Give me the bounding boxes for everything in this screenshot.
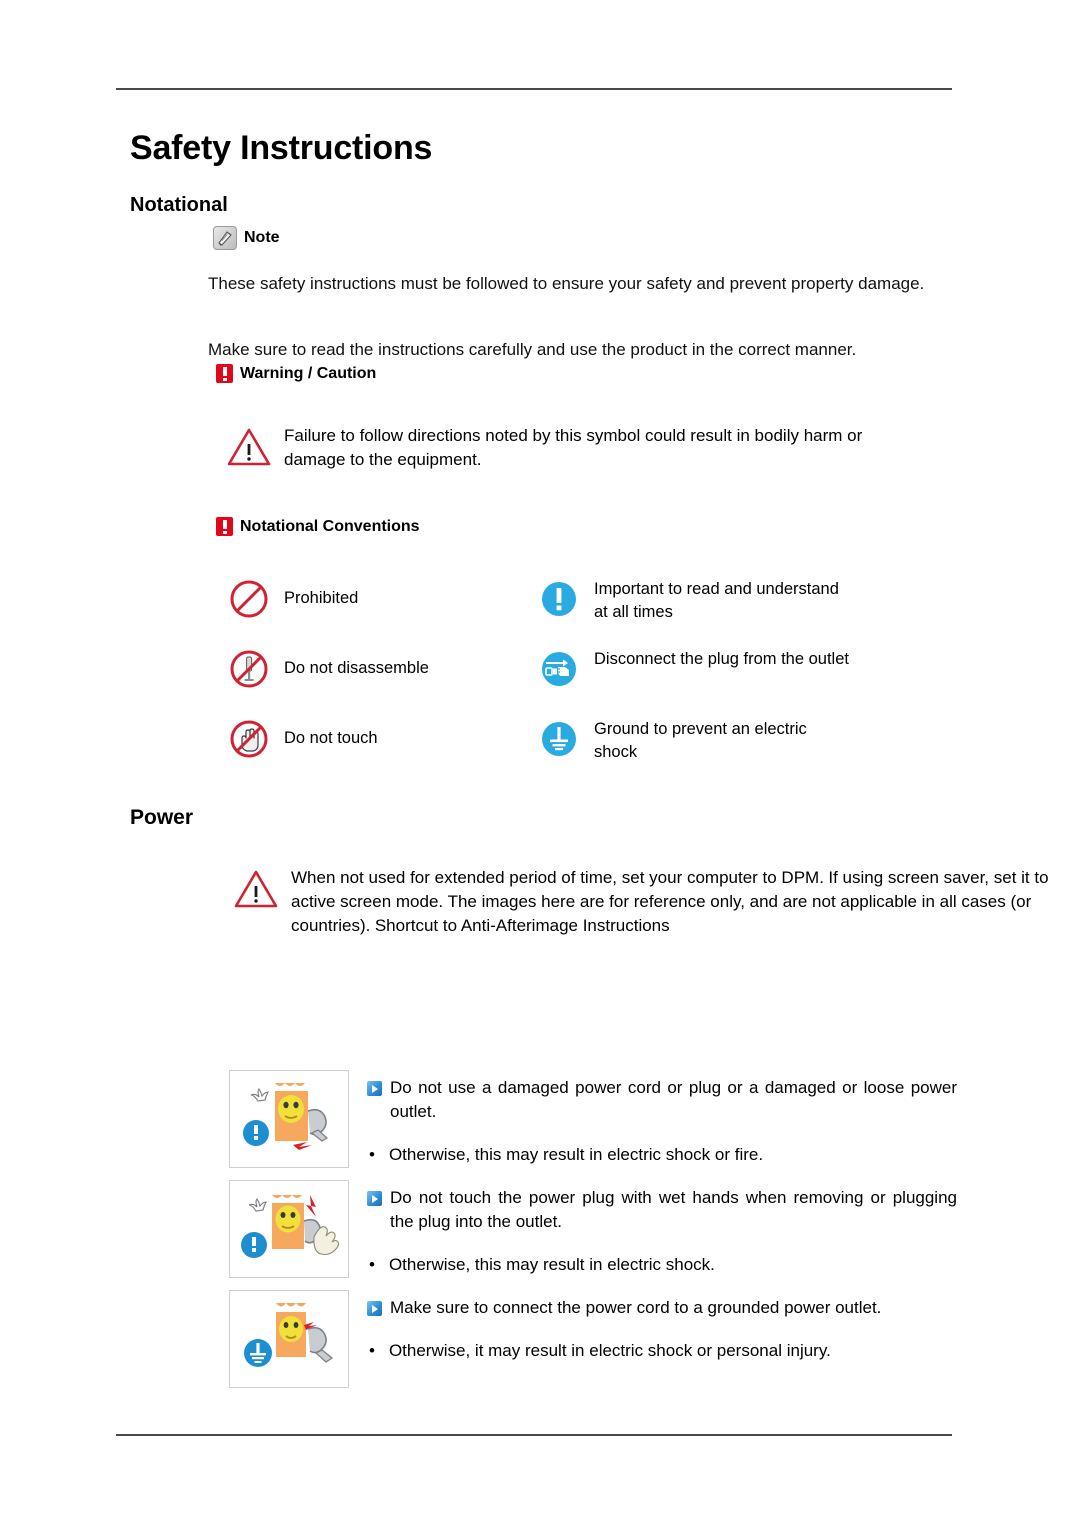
instruction-text: Do not touch the power plug with wet han… — [390, 1188, 957, 1231]
power-paragraph: Shortcut to Anti-Afterimage Instructions — [374, 916, 670, 935]
power-paragraph: When not used for extended period of tim… — [291, 868, 824, 887]
power-instruction-list: Do not use a damaged power cord or plug … — [229, 1070, 957, 1400]
instruction-line: Make sure to connect the power cord to a… — [367, 1296, 957, 1320]
bullet-dot: • — [369, 1255, 375, 1274]
instruction-line: Do not use a damaged power cord or plug … — [367, 1076, 957, 1124]
convention-item-ground: Ground to prevent an electric shock — [538, 718, 918, 764]
damaged-power-cord-illustration — [229, 1070, 349, 1168]
document-page: Safety Instructions Notational Note Thes… — [0, 0, 1080, 1527]
consequence-text: Otherwise, it may result in electric sho… — [388, 1341, 831, 1360]
grounded-outlet-illustration — [229, 1290, 349, 1388]
convention-label: Disconnect the plug from the outlet — [594, 650, 849, 668]
red-exclamation-square-icon — [216, 517, 233, 536]
consequence-line: • Otherwise, this may result in electric… — [367, 1253, 957, 1277]
warning-triangle-text: Failure to follow directions noted by th… — [284, 426, 863, 469]
convention-item-disconnect-plug: Disconnect the plug from the outlet — [538, 648, 918, 690]
section-heading-notational: Notational — [130, 194, 228, 216]
power-paragraphs: When not used for extended period of tim… — [291, 866, 1080, 938]
do-not-disassemble-icon — [228, 648, 270, 690]
bullet-dot: • — [369, 1341, 375, 1360]
list-item: Do not use a damaged power cord or plug … — [229, 1070, 957, 1168]
notational-conventions-heading: Notational Conventions — [216, 517, 420, 536]
note-pen-icon — [213, 226, 237, 250]
consequence-line: • Otherwise, it may result in electric s… — [367, 1339, 957, 1363]
blue-arrow-bullet-icon — [367, 1191, 382, 1206]
convention-label: Prohibited — [284, 589, 359, 607]
warning-triangle-block: Failure to follow directions noted by th… — [226, 424, 904, 473]
ground-icon — [538, 718, 580, 760]
list-item-body: Make sure to connect the power cord to a… — [367, 1290, 957, 1363]
list-item: Do not touch the power plug with wet han… — [229, 1180, 957, 1278]
bullet-dot: • — [369, 1145, 375, 1164]
list-item-body: Do not touch the power plug with wet han… — [367, 1180, 957, 1277]
convention-item-prohibited: Prohibited — [228, 578, 538, 620]
instruction-line: Do not touch the power plug with wet han… — [367, 1186, 957, 1234]
instruction-text: Make sure to connect the power cord to a… — [390, 1298, 882, 1317]
conventions-row: Do not touch Ground to prevent an electr… — [228, 718, 928, 788]
conventions-row: Do not disassemble Disconnect the plug f… — [228, 648, 928, 718]
prohibited-circle-icon — [228, 578, 270, 620]
instruction-text: Do not use a damaged power cord or plug … — [390, 1078, 957, 1121]
note-label: Note — [244, 229, 280, 246]
warning-triangle-icon — [233, 868, 279, 915]
do-not-touch-icon — [228, 718, 270, 760]
make-sure-paragraph: Make sure to read the instructions caref… — [208, 340, 857, 359]
conventions-row: Prohibited Important to read and underst… — [228, 578, 928, 648]
consequence-line: • Otherwise, this may result in electric… — [367, 1143, 957, 1167]
page-title: Safety Instructions — [130, 129, 433, 167]
important-exclamation-circle-icon — [538, 578, 580, 620]
header-rule — [116, 88, 952, 90]
blue-arrow-bullet-icon — [367, 1301, 382, 1316]
power-warning-block: When not used for extended period of tim… — [233, 866, 1080, 938]
notational-conventions-label: Notational Conventions — [240, 517, 420, 535]
convention-item-do-not-disassemble: Do not disassemble — [228, 648, 538, 690]
disconnect-plug-icon — [538, 648, 580, 690]
list-item-body: Do not use a damaged power cord or plug … — [367, 1070, 957, 1167]
intro-paragraph: These safety instructions must be follow… — [208, 274, 925, 293]
consequence-text: Otherwise, this may result in electric s… — [388, 1145, 764, 1164]
consequence-text: Otherwise, this may result in electric s… — [388, 1255, 715, 1274]
notational-conventions-grid: Prohibited Important to read and underst… — [228, 578, 928, 788]
warning-triangle-icon — [226, 426, 272, 473]
convention-item-important: Important to read and understand at all … — [538, 578, 918, 624]
blue-arrow-bullet-icon — [367, 1081, 382, 1096]
warning-caution-heading: Warning / Caution — [216, 364, 376, 383]
convention-label: Important to read and understand at all … — [594, 580, 839, 621]
wet-hands-plug-illustration — [229, 1180, 349, 1278]
list-item: Make sure to connect the power cord to a… — [229, 1290, 957, 1388]
convention-label: Do not disassemble — [284, 659, 429, 677]
footer-rule — [116, 1434, 952, 1436]
convention-label: Ground to prevent an electric shock — [594, 720, 807, 761]
note-row: Note — [213, 226, 280, 250]
red-exclamation-square-icon — [216, 364, 233, 383]
warning-caution-label: Warning / Caution — [240, 364, 377, 382]
section-heading-power: Power — [130, 806, 194, 829]
convention-label: Do not touch — [284, 729, 378, 747]
convention-item-do-not-touch: Do not touch — [228, 718, 538, 760]
